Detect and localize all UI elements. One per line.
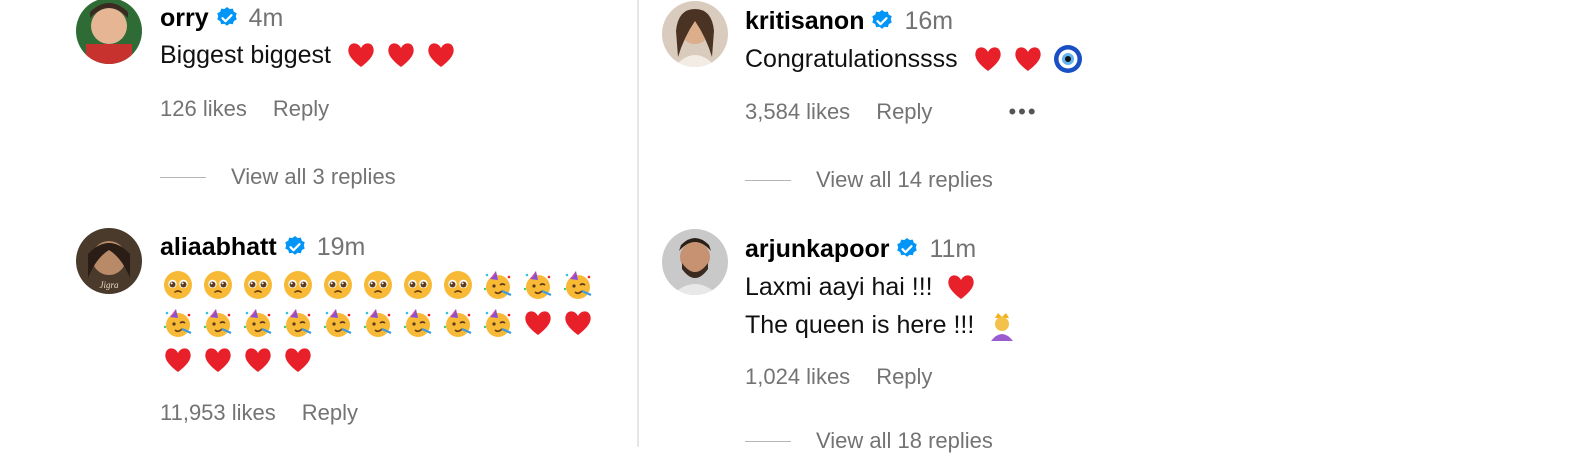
like-count[interactable]: 11,953 likes (160, 400, 276, 426)
comment-body: Biggest biggest (160, 40, 331, 69)
red-heart-icon (1012, 43, 1044, 75)
replies-divider-line (745, 179, 791, 181)
avatar[interactable] (76, 0, 142, 64)
replies-divider-line (160, 176, 206, 178)
more-options-icon[interactable]: ••• (1008, 99, 1037, 125)
comment-text-line-2: The queen is here !!! (745, 308, 1026, 342)
avatar[interactable] (662, 1, 728, 67)
timestamp[interactable]: 16m (904, 7, 953, 36)
username[interactable]: arjunkapoor (745, 235, 889, 264)
comment-text: Congratulationssss (745, 42, 1092, 76)
red-heart-icon (202, 344, 234, 376)
emoji-row (162, 343, 322, 377)
like-count[interactable]: 3,584 likes (745, 99, 850, 125)
partying-face-icon (242, 307, 274, 339)
comment-text-line-1: Laxmi aayi hai !!! (745, 270, 985, 304)
timestamp[interactable]: 11m (929, 235, 976, 264)
partying-face-icon (442, 307, 474, 339)
pleading-face-icon (242, 269, 274, 301)
partying-face-icon (162, 307, 194, 339)
avatar[interactable]: Jigra (76, 228, 142, 294)
emoji-row (162, 306, 602, 340)
red-heart-icon (945, 271, 977, 303)
verified-badge-icon (215, 6, 239, 30)
emoji-row (162, 268, 602, 302)
view-replies-button[interactable]: View all 18 replies (745, 428, 993, 454)
red-heart-icon (522, 307, 554, 339)
red-heart-icon (425, 39, 457, 71)
woman-with-crown-icon (986, 309, 1018, 341)
reply-button[interactable]: Reply (876, 364, 932, 390)
avatar[interactable] (662, 229, 728, 295)
like-count[interactable]: 1,024 likes (745, 364, 850, 390)
column-divider (637, 0, 639, 447)
red-heart-icon (282, 344, 314, 376)
pleading-face-icon (202, 269, 234, 301)
partying-face-icon (562, 269, 594, 301)
view-replies-label: View all 14 replies (816, 167, 993, 192)
verified-badge-icon (895, 237, 919, 261)
red-heart-icon (385, 39, 417, 71)
verified-badge-icon (283, 235, 307, 259)
red-heart-icon (242, 344, 274, 376)
comment-body: Laxmi aayi hai !!! (745, 272, 933, 301)
svg-text:Jigra: Jigra (100, 280, 119, 290)
partying-face-icon (402, 307, 434, 339)
like-count[interactable]: 126 likes (160, 96, 247, 122)
comment-text: Biggest biggest (160, 38, 465, 72)
partying-face-icon (362, 307, 394, 339)
partying-face-icon (482, 269, 514, 301)
partying-face-icon (482, 307, 514, 339)
timestamp[interactable]: 4m (249, 4, 284, 33)
red-heart-icon (562, 307, 594, 339)
view-replies-button[interactable]: View all 3 replies (160, 164, 396, 190)
pleading-face-icon (162, 269, 194, 301)
partying-face-icon (522, 269, 554, 301)
red-heart-icon (162, 344, 194, 376)
partying-face-icon (322, 307, 354, 339)
reply-button[interactable]: Reply (273, 96, 329, 122)
view-replies-button[interactable]: View all 14 replies (745, 167, 993, 193)
pleading-face-icon (402, 269, 434, 301)
pleading-face-icon (282, 269, 314, 301)
red-heart-icon (972, 43, 1004, 75)
comment-body: The queen is here !!! (745, 310, 975, 339)
red-heart-icon (345, 39, 377, 71)
reply-button[interactable]: Reply (302, 400, 358, 426)
view-replies-label: View all 18 replies (816, 428, 993, 453)
reply-button[interactable]: Reply (876, 99, 932, 125)
verified-badge-icon (870, 9, 894, 33)
comment-body: Congratulationssss (745, 44, 958, 73)
username[interactable]: orry (160, 4, 209, 33)
pleading-face-icon (442, 269, 474, 301)
pleading-face-icon (362, 269, 394, 301)
partying-face-icon (282, 307, 314, 339)
timestamp[interactable]: 19m (317, 233, 366, 262)
pleading-face-icon (322, 269, 354, 301)
view-replies-label: View all 3 replies (231, 164, 396, 189)
username[interactable]: aliaabhatt (160, 233, 277, 262)
replies-divider-line (745, 440, 791, 442)
partying-face-icon (202, 307, 234, 339)
nazar-amulet-icon (1052, 43, 1084, 75)
username[interactable]: kritisanon (745, 7, 864, 36)
